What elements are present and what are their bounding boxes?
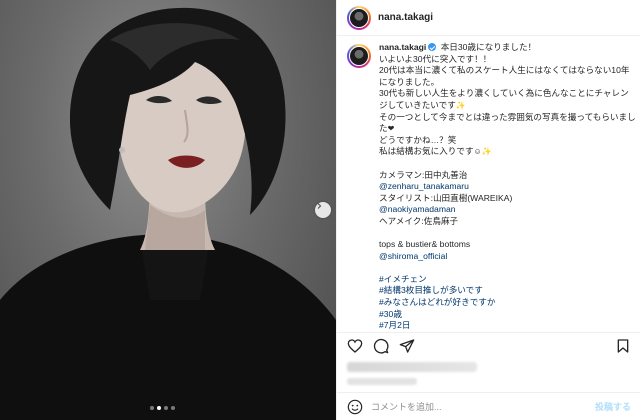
- caption-line: 30代も新しい人生をより濃くしていく為に色んなことにチャレンジしていきたいです: [379, 88, 629, 110]
- post-actions-bar: [337, 332, 640, 358]
- smile-emoji-icon: ☺: [473, 147, 482, 157]
- comment-bar: 投稿する: [337, 392, 640, 420]
- save-button[interactable]: [615, 338, 631, 354]
- sparkle-emoji-icon: ✨: [481, 147, 492, 157]
- post-photo[interactable]: [0, 0, 336, 420]
- post-comment-button[interactable]: 投稿する: [595, 400, 631, 413]
- caption-line: いよいよ30代に突入です！！: [379, 53, 492, 64]
- wardrobe-line: tops & bustier& bottoms: [379, 239, 471, 250]
- caption-area: nana.takagi 本日30歳になりました！ いよいよ30代に突入です！！ …: [347, 42, 637, 332]
- carousel-dot: [164, 406, 168, 410]
- post-side-panel: nana.takagi nana.takagi 本日30歳になりました！ いよい…: [336, 0, 640, 420]
- caption-line: 私は結構お気に入りです: [379, 146, 474, 157]
- credit-line: スタイリスト:山田直樹(WAREIKA): [379, 192, 513, 203]
- comment-icon: [373, 338, 389, 354]
- heart-icon: [347, 338, 363, 353]
- emoji-picker-button[interactable]: [347, 399, 363, 415]
- caption-first-line: 本日30歳になりました！: [440, 42, 537, 52]
- likes-count-blurred: [347, 362, 477, 372]
- credit-mention-link[interactable]: @zenharu_tanakamaru: [379, 181, 637, 193]
- bookmark-icon: [617, 338, 629, 353]
- avatar[interactable]: [347, 5, 371, 30]
- sparkle-emoji-icon: ✨: [455, 100, 466, 110]
- post-date-blurred: [347, 378, 417, 385]
- wardrobe-mention-link[interactable]: @shiroma_official: [379, 251, 637, 263]
- header-username[interactable]: nana.takagi: [378, 12, 433, 23]
- credit-line: カメラマン:田中丸善治: [379, 169, 468, 180]
- hashtag-link[interactable]: #結構3枚目推しが多いです: [379, 285, 637, 297]
- caption-line: 20代は本当に濃くて私のスケート人生にはなくてはならない10年になりました。: [379, 65, 630, 87]
- smiley-icon: [347, 399, 363, 414]
- caption-avatar[interactable]: [347, 44, 371, 68]
- comment-input[interactable]: [371, 401, 595, 412]
- carousel-dot: [150, 406, 154, 410]
- comment-button[interactable]: [373, 338, 389, 354]
- credit-mention-link[interactable]: @naokiyamadaman: [379, 204, 637, 216]
- chevron-right-icon: [317, 203, 322, 209]
- credit-line: ヘアメイク:佐鳥麻子: [379, 215, 459, 226]
- hashtag-link[interactable]: #みなさんはどれが好きですか: [379, 297, 637, 309]
- carousel-dot: [171, 406, 175, 410]
- hashtag-link[interactable]: #30歳: [379, 309, 637, 321]
- portrait-image: [0, 7, 336, 420]
- caption-line: どうですかね…？笑: [379, 134, 457, 145]
- carousel-dot-active: [157, 406, 161, 410]
- post-header: nana.takagi: [337, 0, 640, 36]
- paper-plane-icon: [399, 338, 415, 353]
- caption-username[interactable]: nana.takagi: [379, 42, 426, 52]
- heart-emoji-icon: ❤: [387, 124, 395, 134]
- verified-badge-icon: [428, 43, 437, 51]
- carousel-indicator: [150, 406, 175, 410]
- share-button[interactable]: [399, 338, 415, 354]
- like-button[interactable]: [347, 338, 363, 354]
- carousel-next-button[interactable]: [315, 202, 331, 218]
- hashtag-link[interactable]: #7月2日: [379, 320, 637, 332]
- caption-line: その一つとして今までとは違った雰囲気の写真を撮ってもらいました: [379, 111, 636, 134]
- hashtag-link[interactable]: #イメチェン: [379, 274, 637, 286]
- caption-text: nana.takagi 本日30歳になりました！ いよいよ30代に突入です！！ …: [379, 42, 637, 332]
